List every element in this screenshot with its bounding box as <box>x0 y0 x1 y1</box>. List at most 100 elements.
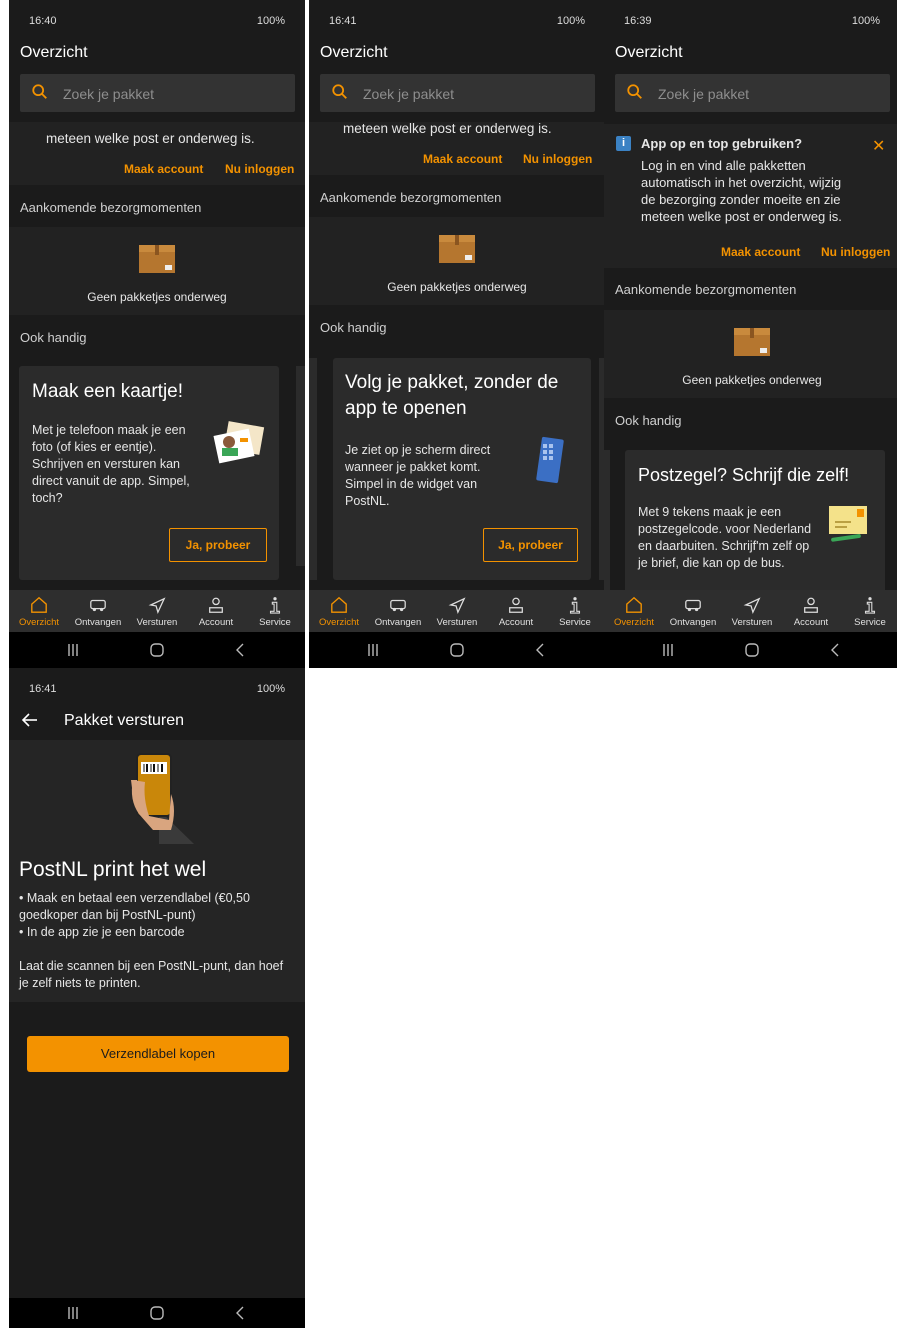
send-icon <box>448 597 466 614</box>
home-button-icon[interactable] <box>449 642 465 658</box>
action-area: Verzendlabel kopen <box>9 1002 305 1298</box>
recent-apps-icon[interactable] <box>65 642 81 658</box>
try-button[interactable]: Ja, probeer <box>169 528 267 562</box>
search-placeholder: Zoek je pakket <box>63 86 155 102</box>
info-icon <box>269 597 281 614</box>
search-icon <box>332 84 347 99</box>
scroll-content[interactable]: meteen welke post er onderweg is. Maak a… <box>309 122 605 590</box>
account-banner: meteen welke post er onderweg is. Maak a… <box>309 122 605 175</box>
back-button-icon[interactable] <box>533 642 549 658</box>
make-account-link[interactable]: Maak account <box>423 151 502 168</box>
system-nav-bar <box>309 632 605 668</box>
scroll-content[interactable]: i App op en top gebruiken? ✕ Log in en v… <box>604 122 897 590</box>
login-link[interactable]: Nu inloggen <box>225 161 294 178</box>
package-icon <box>439 235 475 263</box>
back-arrow-icon[interactable] <box>20 710 40 730</box>
try-button[interactable]: Ja, probeer <box>483 528 578 562</box>
van-icon <box>685 599 701 612</box>
status-bar: 16:40 100% <box>9 0 305 36</box>
nav-service[interactable]: Service <box>840 590 897 632</box>
search-input[interactable]: Zoek je pakket <box>615 74 890 112</box>
bottom-nav: Overzicht Ontvangen Versturen Account Se… <box>604 590 897 632</box>
card-title: Maak een kaartje! <box>32 381 184 402</box>
nav-service[interactable]: Service <box>545 590 605 632</box>
nav-label: Overzicht <box>613 617 655 628</box>
back-button-icon[interactable] <box>233 1305 249 1321</box>
nav-service[interactable]: Service <box>245 590 305 632</box>
prev-card-peek[interactable] <box>604 450 610 590</box>
recent-apps-icon[interactable] <box>65 1305 81 1321</box>
screen-pakket-versturen: 16:41 100% Pakket versturen PostNL print… <box>9 668 305 1328</box>
status-bar: 16:39 100% <box>604 0 897 36</box>
package-icon <box>734 328 770 356</box>
login-link[interactable]: Nu inloggen <box>523 151 592 168</box>
close-icon[interactable]: ✕ <box>872 136 885 156</box>
login-link[interactable]: Nu inloggen <box>821 244 890 261</box>
nav-ontvangen[interactable]: Ontvangen <box>663 590 723 632</box>
home-button-icon[interactable] <box>149 1305 165 1321</box>
scroll-content[interactable]: meteen welke post er onderweg is. Maak a… <box>9 122 305 590</box>
page-title: Overzicht <box>615 44 683 61</box>
section-handy-label: Ook handig <box>615 413 682 428</box>
account-banner: i App op en top gebruiken? ✕ Log in en v… <box>604 124 897 268</box>
search-placeholder: Zoek je pakket <box>363 86 455 102</box>
recent-apps-icon[interactable] <box>660 642 676 658</box>
card-body: Met 9 tekens maak je een postzegelcode. … <box>638 505 812 570</box>
section-handy-label: Ook handig <box>320 320 387 335</box>
nav-overzicht[interactable]: Overzicht <box>309 590 369 632</box>
nav-overzicht[interactable]: Overzicht <box>9 590 69 632</box>
no-packages-text: Geen pakketjes onderweg <box>87 290 227 304</box>
info-icon <box>569 597 581 614</box>
nav-label: Account <box>793 617 829 628</box>
person-icon <box>209 597 223 613</box>
info-badge-icon: i <box>616 136 631 151</box>
search-input[interactable]: Zoek je pakket <box>20 74 295 112</box>
nav-ontvangen[interactable]: Ontvangen <box>368 590 428 632</box>
battery-level: 100% <box>256 683 285 695</box>
back-button-icon[interactable] <box>233 642 249 658</box>
nav-account[interactable]: Account <box>186 590 246 632</box>
nav-account[interactable]: Account <box>486 590 546 632</box>
nav-label: Service <box>259 617 291 628</box>
nav-label: Overzicht <box>318 617 360 628</box>
next-card-peek[interactable] <box>296 366 305 566</box>
van-icon <box>390 599 406 612</box>
nav-label: Ontvangen <box>74 617 122 628</box>
feature-card[interactable]: Postzegel? Schrijf die zelf! Met 9 teken… <box>625 450 885 590</box>
feature-card[interactable]: Volg je pakket, zonder de app te openen … <box>333 358 591 580</box>
page-title: Pakket versturen <box>64 712 185 729</box>
make-account-link[interactable]: Maak account <box>721 244 800 261</box>
van-icon <box>90 599 106 612</box>
stamp-letter-illustration-icon <box>829 506 867 542</box>
bottom-nav: Overzicht Ontvangen Versturen Account Se… <box>9 590 305 632</box>
send-icon <box>743 597 761 614</box>
battery-level: 100% <box>851 15 880 27</box>
account-banner: meteen welke post er onderweg is. Maak a… <box>9 122 305 185</box>
nav-label: Versturen <box>731 617 773 628</box>
nav-versturen[interactable]: Versturen <box>722 590 782 632</box>
status-time: 16:39 <box>624 15 652 27</box>
nav-label: Overzicht <box>18 617 60 628</box>
nav-versturen[interactable]: Versturen <box>127 590 187 632</box>
home-icon <box>626 596 642 613</box>
search-input[interactable]: Zoek je pakket <box>320 74 595 112</box>
status-bar: 16:41 100% <box>9 668 305 704</box>
home-button-icon[interactable] <box>149 642 165 658</box>
nav-label: Account <box>198 617 234 628</box>
nav-account[interactable]: Account <box>781 590 841 632</box>
prev-card-peek[interactable] <box>309 358 317 580</box>
back-button-icon[interactable] <box>828 642 844 658</box>
nav-label: Service <box>559 617 591 628</box>
feature-card[interactable]: Maak een kaartje! Met je telefoon maak j… <box>19 366 279 580</box>
info-panel: PostNL print het wel • Maak en betaal ee… <box>9 740 305 1002</box>
nav-overzicht[interactable]: Overzicht <box>604 590 664 632</box>
bottom-nav: Overzicht Ontvangen Versturen Account Se… <box>309 590 605 632</box>
buy-label-button[interactable]: Verzendlabel kopen <box>27 1036 289 1072</box>
recent-apps-icon[interactable] <box>365 642 381 658</box>
status-time: 16:41 <box>329 15 357 27</box>
make-account-link[interactable]: Maak account <box>124 161 203 178</box>
nav-versturen[interactable]: Versturen <box>427 590 487 632</box>
home-icon <box>31 596 47 613</box>
nav-ontvangen[interactable]: Ontvangen <box>68 590 128 632</box>
home-button-icon[interactable] <box>744 642 760 658</box>
